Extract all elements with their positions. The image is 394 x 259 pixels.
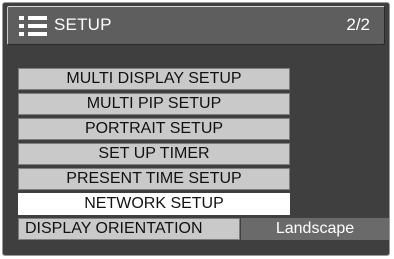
menu-item-present-time-setup[interactable]: PRESENT TIME SETUP bbox=[18, 168, 290, 190]
menu-item-set-up-timer[interactable]: SET UP TIMER bbox=[18, 143, 290, 165]
menu-item-portrait-setup[interactable]: PORTRAIT SETUP bbox=[18, 118, 290, 140]
menu-item-network-setup[interactable]: NETWORK SETUP bbox=[18, 193, 290, 215]
display-orientation-value[interactable]: Landscape bbox=[241, 218, 389, 240]
setup-menu-panel: SETUP 2/2 MULTI DISPLAY SETUP MULTI PIP … bbox=[2, 2, 390, 256]
menu-title-bar: SETUP 2/2 bbox=[7, 6, 385, 45]
menu-title: SETUP bbox=[54, 15, 112, 34]
menu-item-display-orientation[interactable]: DISPLAY ORIENTATION bbox=[18, 218, 240, 240]
menu-item-multi-display-setup[interactable]: MULTI DISPLAY SETUP bbox=[18, 68, 290, 90]
page-indicator: 2/2 bbox=[346, 15, 370, 34]
menu-list-icon bbox=[19, 16, 48, 36]
menu-item-multi-pip-setup[interactable]: MULTI PIP SETUP bbox=[18, 93, 290, 115]
